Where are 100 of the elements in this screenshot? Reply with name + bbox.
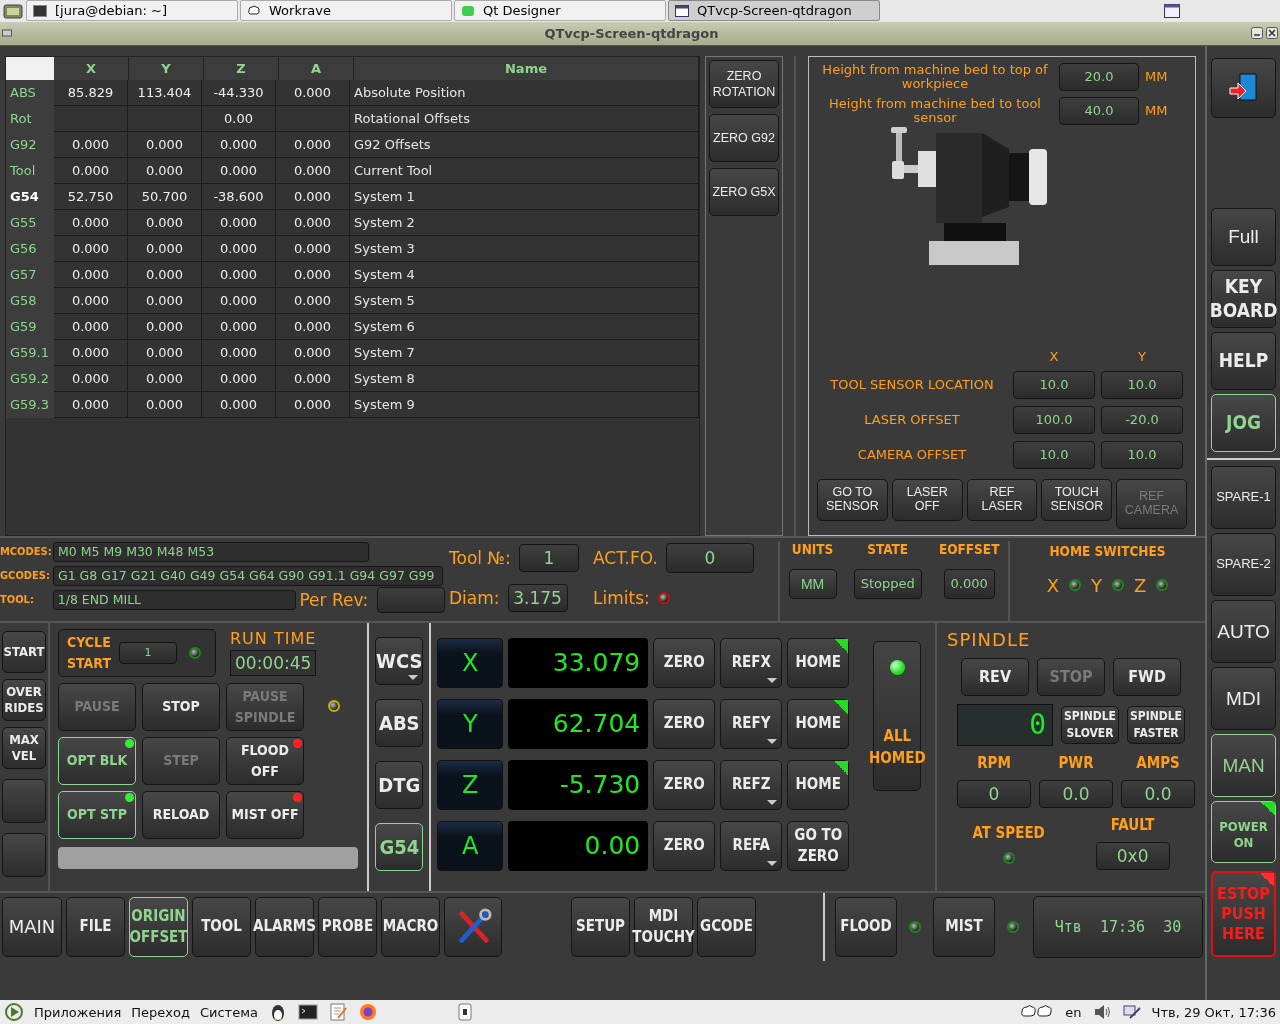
per-rev-field[interactable]: [377, 586, 445, 613]
sensor-button[interactable]: REF LASER: [966, 478, 1038, 521]
side-button[interactable]: OVER RIDES: [2, 678, 46, 721]
table-corner[interactable]: [6, 56, 54, 80]
spindle-direction-button[interactable]: REV: [961, 657, 1029, 696]
zero-axis-button[interactable]: ZERO: [653, 698, 716, 749]
nav-tab[interactable]: MAIN: [2, 896, 62, 957]
browser-icon[interactable]: [357, 1002, 378, 1022]
close-icon[interactable]: [1266, 27, 1278, 40]
sidebar-button[interactable]: JOG: [1211, 393, 1276, 452]
offset-field[interactable]: 10.0: [1013, 370, 1095, 399]
cycle-start-panel[interactable]: CYCLE START 1: [58, 628, 216, 677]
spindle-direction-button[interactable]: FWD: [1113, 657, 1181, 696]
units-button[interactable]: MM: [788, 568, 837, 599]
control-button[interactable]: STOP: [142, 682, 220, 731]
home-button[interactable]: GO TO ZERO: [787, 820, 850, 871]
home-button[interactable]: HOME: [787, 698, 850, 749]
offset-field[interactable]: 10.0: [1101, 370, 1183, 399]
height-field[interactable]: 20.0: [1059, 62, 1139, 91]
zero-axis-button[interactable]: ZERO: [653, 820, 716, 871]
control-button[interactable]: MIST OFF: [226, 790, 304, 839]
side-button[interactable]: START: [2, 630, 46, 673]
mode-button[interactable]: MAN: [1211, 733, 1276, 797]
ref-button[interactable]: REFA: [720, 820, 783, 871]
terminal-icon[interactable]: [297, 1002, 318, 1022]
control-button[interactable]: OPT STP: [58, 790, 136, 839]
taskbar-task[interactable]: Workrave: [240, 0, 452, 22]
spindle-speed-button[interactable]: SPINDLE SLOVER: [1061, 705, 1119, 744]
nav-tab[interactable]: MDI TOUCHY: [634, 896, 693, 957]
mode-button[interactable]: MDI: [1211, 666, 1276, 730]
dro-mode-button[interactable]: ABS: [375, 698, 424, 747]
nav-tab[interactable]: TOOL: [192, 896, 251, 957]
axis-button[interactable]: Z: [437, 759, 504, 810]
ref-button[interactable]: REFY: [720, 698, 783, 749]
zero-axis-button[interactable]: ZERO: [653, 637, 716, 688]
panel-menu[interactable]: Система: [199, 1004, 258, 1020]
sensor-button[interactable]: TOUCH SENSOR: [1041, 478, 1113, 521]
dro-mode-button[interactable]: DTG: [375, 760, 424, 809]
ref-button[interactable]: REFZ: [720, 759, 783, 810]
window-list-icon[interactable]: [2, 2, 24, 20]
table-cell: 0.000: [128, 209, 202, 236]
nav-tab[interactable]: ALARMS: [255, 896, 314, 957]
sidebar-button[interactable]: KEY BOARD: [1211, 269, 1276, 328]
spindle-speed-button[interactable]: SPINDLE FASTER: [1127, 705, 1185, 744]
ref-button[interactable]: REFX: [720, 637, 783, 688]
control-button[interactable]: FLOOD OFF: [226, 736, 304, 785]
panel-clock[interactable]: Чтв, 29 Окт, 17:36: [1151, 1004, 1276, 1020]
coolant-button[interactable]: FLOOD: [835, 896, 897, 957]
nav-tab[interactable]: SETUP: [571, 896, 630, 957]
row-label: G59: [6, 313, 54, 340]
axis-button[interactable]: X: [437, 637, 504, 688]
exit-button[interactable]: [1211, 57, 1276, 118]
window-menu-icon[interactable]: [2, 28, 12, 39]
app-logo-icon: [461, 5, 475, 17]
control-button[interactable]: OPT BLK: [58, 736, 136, 785]
zero-button[interactable]: ZERO ROTATION: [709, 59, 779, 108]
sidebar-button[interactable]: HELP: [1211, 331, 1276, 390]
taskbar-task[interactable]: Qt Designer: [454, 0, 666, 22]
mode-button[interactable]: AUTO: [1211, 599, 1276, 663]
offset-field[interactable]: -20.0: [1101, 405, 1183, 434]
cycle-count-field[interactable]: 1: [119, 641, 177, 664]
side-button[interactable]: MAX VEL: [2, 726, 46, 769]
keyboard-layout[interactable]: en: [1065, 1004, 1082, 1020]
power-button[interactable]: POWER ON: [1211, 800, 1276, 863]
sensor-button[interactable]: LASER OFF: [891, 478, 963, 521]
minimize-icon[interactable]: [1251, 27, 1263, 40]
launcher-logo-icon[interactable]: [4, 1002, 24, 1022]
home-button[interactable]: HOME: [787, 759, 850, 810]
zero-button[interactable]: ZERO G92: [709, 113, 779, 162]
mode-button[interactable]: SPARE-1: [1211, 465, 1276, 529]
zero-axis-button[interactable]: ZERO: [653, 759, 716, 810]
nav-tab[interactable]: GCODE: [697, 896, 756, 957]
offset-field[interactable]: 10.0: [1101, 440, 1183, 469]
mode-button[interactable]: SPARE-2: [1211, 532, 1276, 596]
text-editor-icon[interactable]: [327, 1002, 348, 1022]
taskbar-task[interactable]: QTvcp-Screen-qtdragon: [668, 0, 880, 22]
zero-button[interactable]: ZERO G5X: [709, 167, 779, 216]
dro-mode-button[interactable]: WCS: [375, 636, 424, 685]
sidebar-button[interactable]: Full: [1211, 207, 1276, 266]
tools-tab[interactable]: [444, 896, 502, 957]
sensor-button[interactable]: GO TO SENSOR: [817, 478, 888, 521]
table-cell: 0.000: [128, 365, 202, 392]
show-desktop-icon[interactable]: [1164, 4, 1180, 18]
coolant-button[interactable]: MIST: [933, 896, 995, 957]
offset-field[interactable]: 100.0: [1013, 405, 1095, 434]
control-button[interactable]: RELOAD: [142, 790, 220, 839]
panel-menu[interactable]: Приложения: [34, 1004, 122, 1020]
nav-tab[interactable]: PROBE: [318, 896, 377, 957]
taskbar-task[interactable]: [jura@debian: ~]: [26, 0, 238, 22]
panel-menu[interactable]: Переход: [131, 1004, 190, 1020]
axis-button[interactable]: Y: [437, 698, 504, 749]
axis-button[interactable]: A: [437, 820, 504, 871]
offset-field[interactable]: 10.0: [1013, 440, 1095, 469]
height-field[interactable]: 40.0: [1059, 96, 1139, 125]
dro-mode-button[interactable]: G54: [375, 822, 424, 871]
nav-tab[interactable]: MACRO: [381, 896, 440, 957]
nav-tab[interactable]: ORIGIN OFFSET: [129, 896, 188, 957]
nav-tab[interactable]: FILE: [66, 896, 125, 957]
show-desktop-icon[interactable]: [457, 1003, 472, 1021]
home-button[interactable]: HOME: [787, 637, 850, 688]
